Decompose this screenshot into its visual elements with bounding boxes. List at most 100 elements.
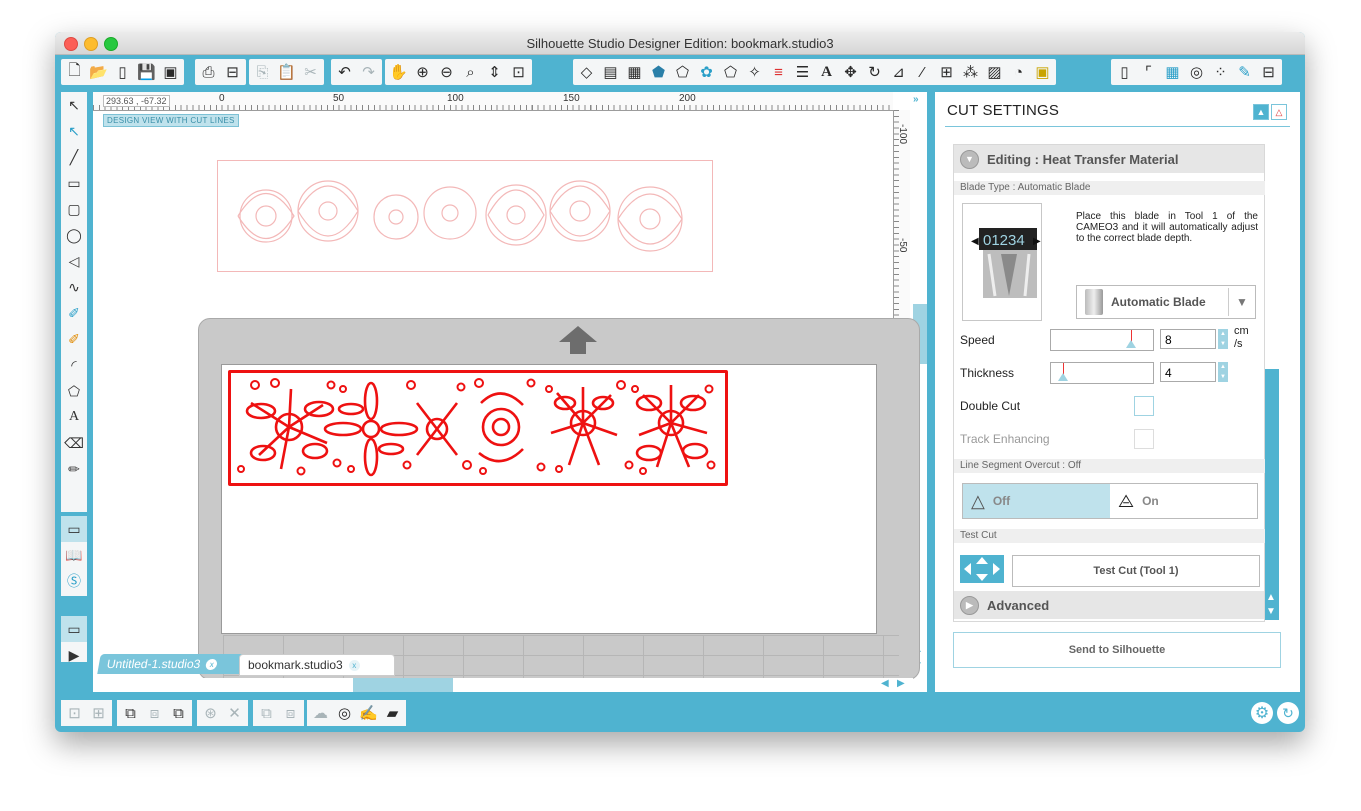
duplicate-icon[interactable]: ⧉ [255,702,278,724]
library-view-icon[interactable]: 📖 [61,542,87,568]
dots-icon[interactable]: ⁘ [1209,61,1232,83]
speed-input[interactable]: 8 [1160,329,1216,349]
send-to-silhouette-button[interactable]: Send to Silhouette [953,632,1281,668]
rotate-icon[interactable]: ↻ [863,61,886,83]
cut-icon[interactable]: ⊟ [1257,61,1280,83]
triangle-up-icon[interactable]: ▲ [1253,104,1269,120]
zoom-drag-icon[interactable]: ⇕ [483,61,506,83]
design-view-icon[interactable]: ▭ [61,516,87,542]
ungroup-icon[interactable]: ⊞ [87,702,110,724]
play-icon[interactable]: ▶ [61,642,87,668]
regular-polygon-icon[interactable]: ⬠ [61,378,87,404]
collapse-panel-icon[interactable]: » [913,94,919,105]
overcut-off-option[interactable]: △ Off [963,484,1110,518]
delete-icon[interactable]: ✕ [223,702,246,724]
freehand-tool-icon[interactable]: ✐ [61,300,87,326]
fill-pattern-icon[interactable]: ▦ [623,61,646,83]
bring-to-front-icon[interactable]: ⧉ [167,702,190,724]
bookmark-cut-outline[interactable] [228,370,728,486]
smooth-freehand-icon[interactable]: ✐ [61,326,87,352]
stepper-down-icon[interactable]: ▼ [1218,339,1228,349]
thickness-stepper[interactable]: ▲ ▼ [1218,362,1228,382]
cut-scissors-icon[interactable]: ✂ [299,61,322,83]
thickness-slider-pointer-icon[interactable] [1058,373,1069,381]
ghost-design-outline[interactable] [217,160,713,272]
ellipse-tool-icon[interactable]: ◯ [61,222,87,248]
open-folder-icon[interactable]: 📂 [87,61,110,83]
triangle-outline-icon[interactable]: △ [1271,104,1287,120]
curve-tool-icon[interactable]: ∿ [61,274,87,300]
library-icon[interactable]: ▯ [111,61,134,83]
pan-hand-icon[interactable]: ✋ [387,61,410,83]
settings-scroll-thumb[interactable] [1265,144,1279,369]
modify-icon[interactable]: ◔ [1007,61,1030,83]
registration-marks-icon[interactable]: ⌜ [1137,61,1160,83]
stepper-up-icon[interactable]: ▲ [1218,329,1228,339]
close-tab-icon[interactable]: x [348,659,360,671]
sync-icon[interactable]: ↻ [1277,702,1299,724]
new-document-icon[interactable]: 🗋 [63,61,86,83]
store-icon[interactable]: Ⓢ [61,568,87,594]
line-color-icon[interactable]: ≡ [767,61,790,83]
align-icon[interactable]: ⊞ [935,61,958,83]
settings-gear-icon[interactable]: ⚙ [1251,702,1273,724]
nest-icon[interactable]: ▨ [983,61,1006,83]
zoom-in-icon[interactable]: ⊕ [411,61,434,83]
offset-rings-icon[interactable]: ◎ [333,702,356,724]
save-icon[interactable]: 💾 [135,61,158,83]
print-cut-icon[interactable]: ⊟ [221,61,244,83]
page-setup-icon[interactable]: ▯ [1113,61,1136,83]
send-icon[interactable]: ✎ [1233,61,1256,83]
line-style-icon[interactable]: ☰ [791,61,814,83]
collapse-down-icon[interactable]: ▼ [960,149,979,169]
undo-icon[interactable]: ↶ [333,61,356,83]
editing-header[interactable]: ▼ Editing : Heat Transfer Material [954,145,1264,173]
scroll-down-icon[interactable]: ▼ [1266,606,1276,617]
compound-path-icon[interactable]: ⧉ [119,702,142,724]
rounded-rect-tool-icon[interactable]: ▢ [61,196,87,222]
speed-slider-pointer-icon[interactable] [1125,340,1136,348]
pentagon-icon[interactable]: ⬟ [647,61,670,83]
stepper-down-icon[interactable]: ▼ [1218,372,1228,382]
mirror-icon[interactable]: ⧈ [279,702,302,724]
scroll-up-icon[interactable]: ▲ [1266,592,1276,603]
knife-tool-icon[interactable]: ✏ [61,456,87,482]
polygon-tool-icon[interactable]: ◁ [61,248,87,274]
stepper-up-icon[interactable]: ▲ [1218,362,1228,372]
blade-select[interactable]: Automatic Blade ▼ [1076,285,1256,319]
paste-icon[interactable]: 📋 [275,61,298,83]
speed-stepper[interactable]: ▲ ▼ [1218,329,1228,349]
weld-icon[interactable]: ⊛ [199,702,222,724]
fill-shape-icon[interactable]: ☁ [309,702,332,724]
star-icon[interactable]: ✿ [695,61,718,83]
copy-icon[interactable]: ⎘ [251,61,274,83]
thickness-slider[interactable] [1050,362,1154,384]
arc-tool-icon[interactable]: ◜ [61,352,87,378]
fill-gradient-icon[interactable]: ▤ [599,61,622,83]
redo-icon[interactable]: ↷ [357,61,380,83]
cut-settings-icon[interactable]: ◎ [1185,61,1208,83]
offset-icon[interactable]: ⬠ [719,61,742,83]
release-compound-icon[interactable]: ⧈ [143,702,166,724]
test-cut-button[interactable]: Test Cut (Tool 1) [1012,555,1260,587]
shear-icon[interactable]: ⁄ [911,61,934,83]
group-icon[interactable]: ⊡ [63,702,86,724]
canvas-horizontal-scrollbar[interactable]: ◀ ▶ [93,678,913,692]
grid-icon[interactable]: ▦ [1161,61,1184,83]
sketch-icon[interactable]: ▣ [1031,61,1054,83]
tab-untitled[interactable]: Untitled-1.studio3 x [97,654,247,674]
canvas-hscroll-thumb[interactable] [353,678,453,692]
print-icon[interactable]: ⎙ [197,61,220,83]
trace-icon[interactable]: ✧ [743,61,766,83]
expand-right-icon[interactable]: ▶ [960,595,979,615]
text-style-icon[interactable]: A [815,61,838,83]
zoom-out-icon[interactable]: ⊖ [435,61,458,83]
speed-slider[interactable] [1050,329,1154,351]
trace-image-icon[interactable]: ✍ [357,702,380,724]
thickness-input[interactable]: 4 [1160,362,1216,382]
select-arrow-icon[interactable]: ↖ [61,92,87,118]
scroll-right-icon[interactable]: ▶ [897,678,905,689]
knife-slice-icon[interactable]: ▰ [381,702,404,724]
tab-bookmark[interactable]: bookmark.studio3 x [239,654,395,676]
scroll-left-icon[interactable]: ◀ [881,678,889,689]
